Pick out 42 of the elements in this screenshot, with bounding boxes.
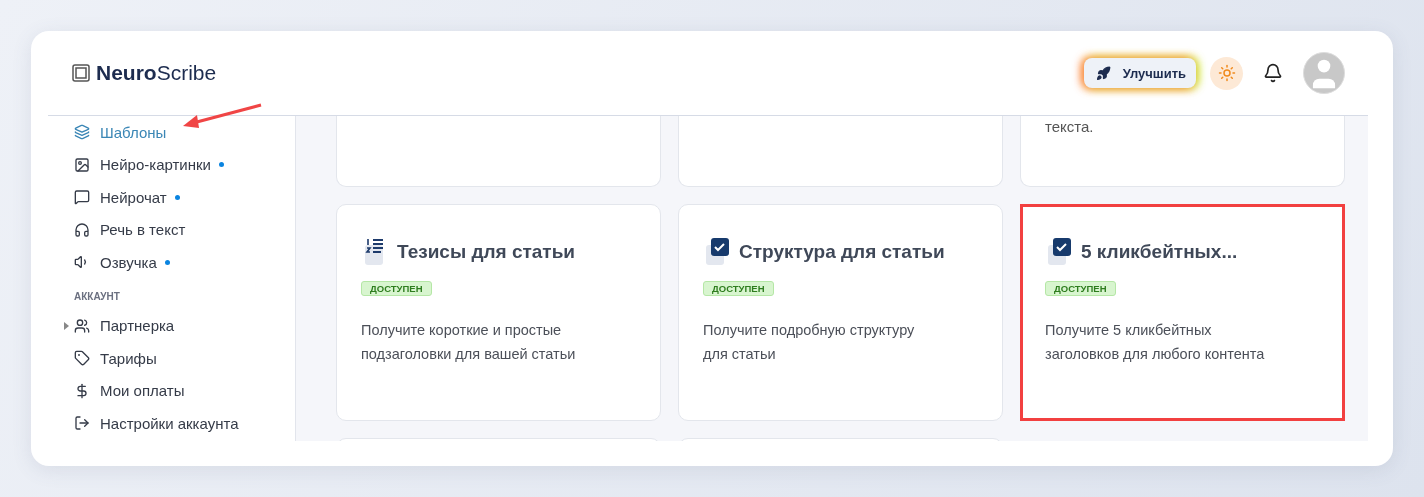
sidebar-item-icon [74,189,90,206]
sidebar-item[interactable]: Нейро-картинки [74,148,295,181]
sidebar-item[interactable]: Шаблоны [74,116,295,149]
section-title: АККАУНТ [74,290,121,302]
sidebar-item-icon [74,156,90,173]
sidebar-item[interactable]: Нейрочат [74,181,295,214]
logo-text: NeuroScribe [96,61,217,85]
theme-toggle-button[interactable] [1210,56,1243,90]
card-title: 5 кликбейтных... [1081,241,1238,263]
sidebar-item[interactable]: Настройки аккаунта [74,407,295,440]
sidebar-item-icon [74,350,90,367]
template-card[interactable]: 5 кликбейтных... ДОСТУПЕН Получите 5 кликбейтных заголовков для любого контента [1020,204,1345,421]
template-card[interactable] [678,116,1003,187]
template-card[interactable]: Структура для статьи ДОСТУПЕН Получите подробную структуру для статьи [678,204,1003,421]
sidebar-item-icon [74,382,90,399]
upgrade-button[interactable]: Улучшить [1083,58,1196,88]
sidebar-item-icon [74,221,90,238]
logo-icon [72,64,90,82]
sidebar-item[interactable]: Речь в текст [74,213,295,246]
sidebar-item[interactable]: Партнерка [74,309,295,342]
template-card[interactable]: текста. [1020,116,1345,187]
card-description: Получите 5 кликбейтных заголовков для любого контента [1045,321,1266,364]
sidebar-item-icon [74,124,90,141]
card-title: Структура для статьи [739,241,945,263]
card-description: Получите короткие и простые подзаголовки для вашей статьи [361,321,577,364]
card-description: текста. [1045,118,1094,135]
card-description: Получите подробную структуру для статьи [703,321,916,364]
avatar[interactable] [1303,52,1345,94]
notifications-icon[interactable] [1263,63,1283,83]
card-title: Тезисы для статьи [397,241,576,263]
template-card[interactable] [336,116,661,187]
sidebar-item[interactable]: Тарифы [74,342,295,375]
sidebar-item-icon [74,415,90,432]
sidebar-item-icon [74,317,90,334]
status-badge: ДОСТУПЕН [361,281,432,296]
sidebar-item[interactable]: Мои оплаты [74,374,295,407]
template-card[interactable]: Тезисы для статьи ДОСТУПЕН Получите короткие и простые подзаголовки для вашей статьи [336,204,661,421]
sidebar-item[interactable]: Озвучка [74,246,295,279]
rocket-icon [1095,65,1111,81]
status-badge: ДОСТУПЕН [703,281,774,296]
sun-icon [1217,64,1236,82]
status-badge: ДОСТУПЕН [1045,281,1116,296]
